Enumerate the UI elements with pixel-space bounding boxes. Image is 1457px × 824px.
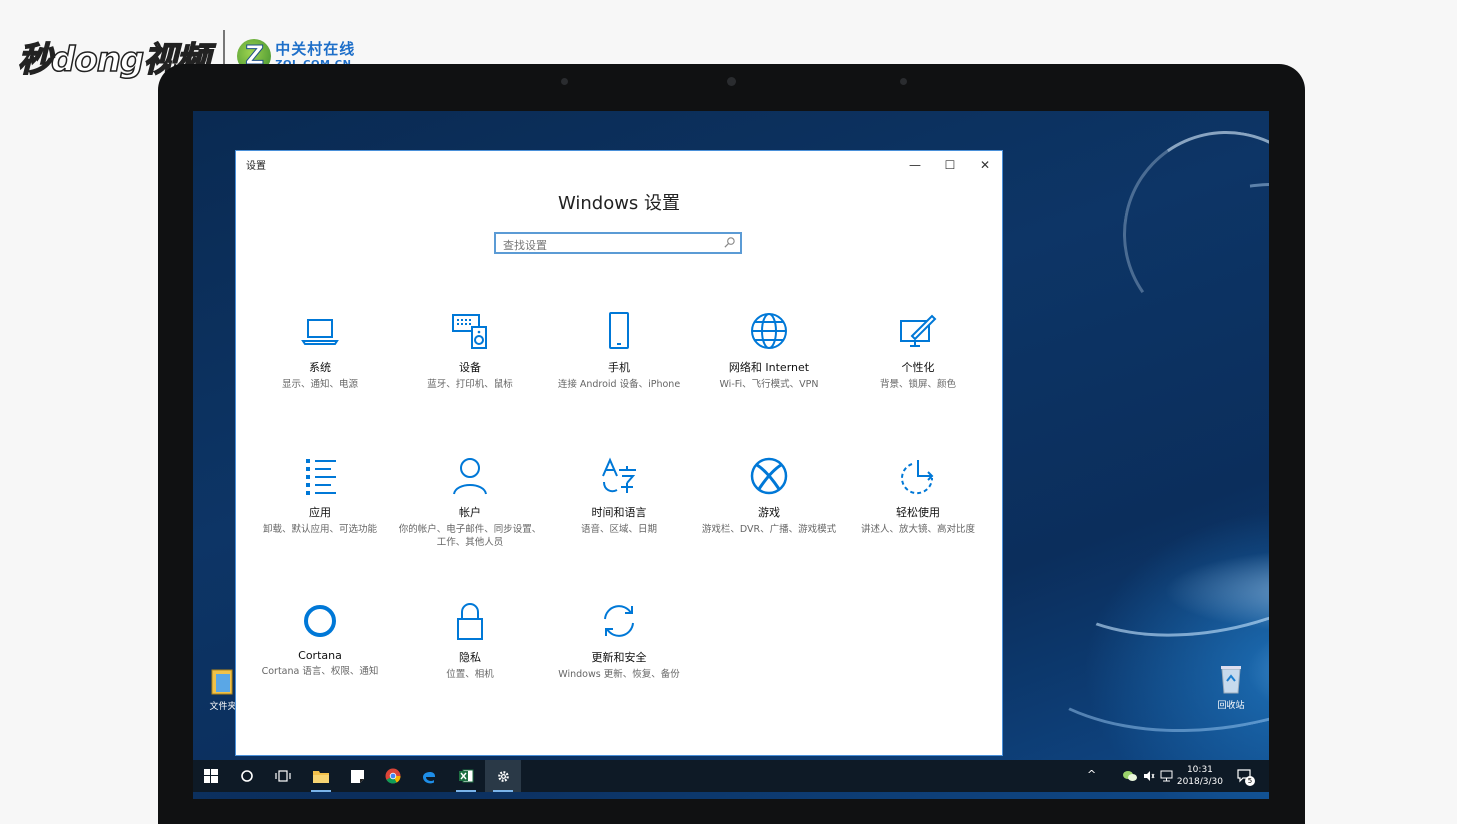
tile-title: 轻松使用 (896, 506, 940, 519)
desktop-icon-recycle-bin[interactable]: 回收站 (1211, 663, 1251, 711)
tile-title: 手机 (608, 361, 630, 374)
tile-title: 应用 (309, 506, 331, 519)
tile-description: Cortana 语言、权限、通知 (261, 666, 379, 677)
task-view-icon (275, 770, 291, 782)
cortana-circle-icon (241, 770, 253, 782)
webcam (727, 77, 736, 86)
tile-privacy[interactable]: 隐私 位置、相机 (395, 601, 545, 682)
search-placeholder: 查找设置 (503, 239, 547, 252)
settings-window: 设置 — ☐ ✕ Windows 设置 查找设置 系统 显示、通知、电源 设备 … (236, 151, 1002, 755)
tile-personalization[interactable]: 个性化 背景、锁屏、颜色 (843, 311, 993, 392)
clock-time: 10:31 (1186, 765, 1213, 775)
tray-chevron-icon[interactable]: ^ (1087, 768, 1096, 781)
tile-phone[interactable]: 手机 连接 Android 设备、iPhone (544, 311, 694, 392)
maximize-button[interactable]: ☐ (933, 154, 967, 176)
taskbar-clock[interactable]: 10:31 2018/3/30 (1177, 764, 1223, 788)
cortana-icon (304, 605, 336, 637)
ease-of-access-icon (901, 460, 934, 495)
tile-system[interactable]: 系统 显示、通知、电源 (245, 311, 395, 392)
tile-description: Windows 更新、恢复、备份 (558, 669, 680, 680)
tile-description: 你的帐户、电子邮件、同步设置、工作、其他人员 (398, 524, 542, 548)
globe-icon (751, 313, 787, 349)
minimize-button[interactable]: — (898, 154, 932, 176)
tile-title: 帐户 (459, 506, 481, 519)
volume-icon[interactable] (1143, 770, 1155, 782)
tile-update-security[interactable]: 更新和安全 Windows 更新、恢复、备份 (544, 601, 694, 682)
tile-description: Wi-Fi、飞行模式、VPN (719, 379, 819, 390)
recycle-bin-icon (1221, 666, 1241, 694)
personalize-icon (900, 314, 937, 347)
cortana-search-button[interactable] (229, 760, 265, 792)
tile-title: Cortana (298, 649, 342, 662)
sensor-dot (900, 78, 907, 85)
person-icon (453, 458, 487, 495)
tile-description: 游戏栏、DVR、广播、游戏模式 (701, 524, 837, 535)
network-icon[interactable] (1160, 770, 1173, 782)
wechat-icon[interactable] (1123, 770, 1137, 782)
tile-gaming[interactable]: 游戏 游戏栏、DVR、广播、游戏模式 (694, 456, 844, 537)
laptop-icon (301, 319, 339, 345)
tile-network[interactable]: 网络和 Internet Wi-Fi、飞行模式、VPN (694, 311, 844, 392)
taskbar-edge[interactable] (411, 760, 447, 792)
clock-date: 2018/3/30 (1176, 777, 1223, 788)
tile-devices[interactable]: 设备 蓝牙、打印机、鼠标 (395, 311, 545, 392)
tile-title: 时间和语言 (591, 506, 647, 519)
windows-logo-icon (204, 769, 218, 783)
file-explorer-icon (313, 770, 329, 783)
taskbar-chrome[interactable] (375, 760, 411, 792)
tile-description: 卸载、默认应用、可选功能 (262, 524, 377, 535)
folder-icon (211, 669, 233, 695)
xbox-icon (750, 457, 788, 495)
sticky-notes-icon (350, 769, 364, 783)
notification-badge: 5 (1245, 776, 1255, 786)
time-language-icon (602, 457, 636, 493)
start-button[interactable] (193, 760, 229, 792)
tile-title: 网络和 Internet (728, 361, 810, 374)
zol-name-cn: 中关村在线 (275, 40, 356, 58)
taskbar-excel[interactable] (448, 760, 484, 792)
tile-accounts[interactable]: 帐户 你的帐户、电子邮件、同步设置、工作、其他人员 (395, 456, 545, 550)
taskbar-sticky-notes[interactable] (339, 760, 375, 792)
tile-cortana[interactable]: Cortana Cortana 语言、权限、通知 (245, 601, 395, 679)
task-view-button[interactable] (265, 760, 301, 792)
taskbar: ^ 10:31 2018/3/30 5 (193, 760, 1269, 792)
tile-description: 显示、通知、电源 (281, 379, 358, 390)
tile-title: 系统 (309, 361, 331, 374)
tile-description: 背景、锁屏、颜色 (879, 379, 956, 390)
edge-icon (423, 771, 435, 784)
sync-icon (604, 605, 634, 637)
tile-ease-of-access[interactable]: 轻松使用 讲述人、放大镜、高对比度 (843, 456, 993, 537)
tile-title: 游戏 (758, 506, 780, 519)
taskbar-file-explorer[interactable] (303, 760, 339, 792)
search-icon (724, 237, 735, 248)
tile-description: 语音、区域、日期 (580, 524, 657, 535)
tile-description: 蓝牙、打印机、鼠标 (427, 379, 513, 390)
devices-icon (452, 314, 487, 349)
tile-title: 设备 (459, 361, 481, 374)
page-title: Windows 设置 (557, 193, 681, 214)
lock-icon (457, 603, 483, 640)
window-title: 设置 (246, 161, 266, 172)
desktop-icon-label: 回收站 (1217, 701, 1245, 711)
action-center-button[interactable]: 5 (1237, 768, 1255, 786)
gear-icon (497, 770, 509, 782)
phone-icon (609, 312, 629, 349)
search-input[interactable]: 查找设置 (494, 232, 742, 254)
apps-list-icon (306, 459, 336, 495)
close-button[interactable]: ✕ (968, 154, 1002, 176)
chrome-icon (385, 768, 401, 784)
tile-description: 讲述人、放大镜、高对比度 (860, 524, 975, 535)
excel-icon (459, 769, 474, 783)
tile-title: 隐私 (459, 651, 481, 664)
sensor-dot (561, 78, 568, 85)
tile-title: 个性化 (901, 361, 935, 374)
tile-title: 更新和安全 (591, 651, 647, 664)
tile-description: 连接 Android 设备、iPhone (557, 379, 681, 390)
tile-description: 位置、相机 (446, 669, 494, 680)
tile-apps[interactable]: 应用 卸载、默认应用、可选功能 (245, 456, 395, 537)
taskbar-settings[interactable] (485, 760, 521, 792)
tile-time-language[interactable]: 时间和语言 语音、区域、日期 (544, 456, 694, 537)
